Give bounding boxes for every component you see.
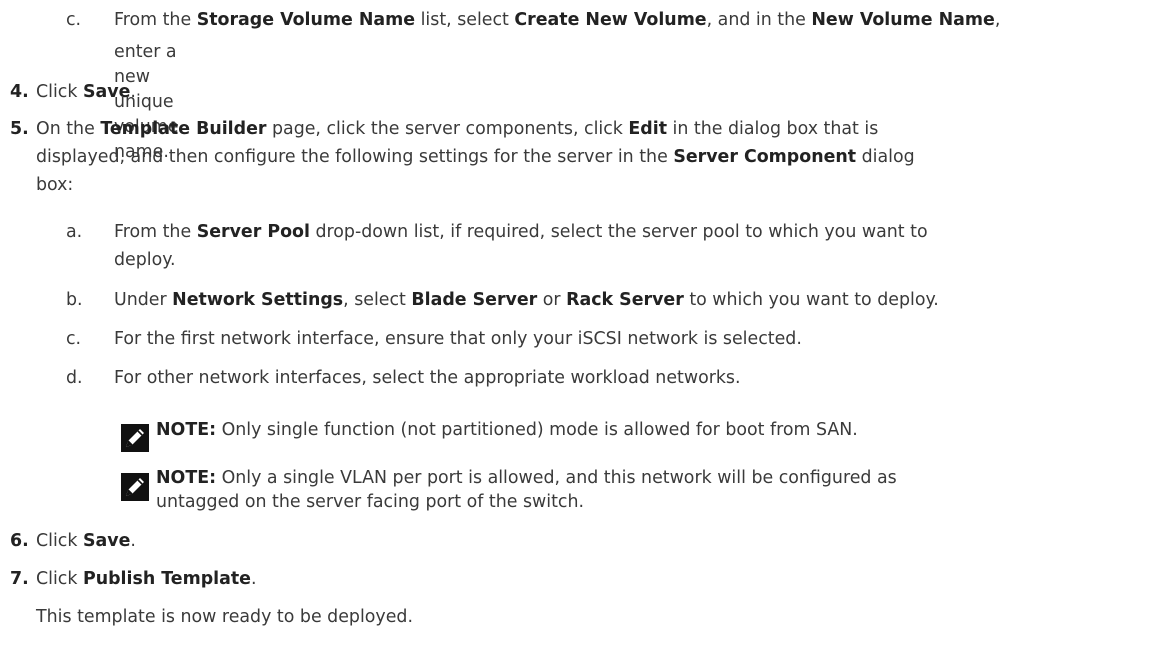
text-segment: From the	[114, 222, 197, 242]
pencil-note-icon	[121, 424, 149, 452]
bold-term: Server Pool	[196, 222, 310, 242]
substep-text-line: deploy.	[114, 250, 176, 270]
step-text-line: box:	[36, 175, 74, 195]
text-segment: drop-down list, if required, select the …	[309, 222, 928, 242]
step-text-line: displayed, and then configure the follow…	[36, 145, 915, 170]
bold-term: Publish Template	[82, 569, 251, 589]
substep-letter: a.	[66, 222, 83, 242]
step-number: 7.	[10, 569, 29, 589]
note-label: NOTE:	[156, 420, 217, 440]
text-segment: displayed, and then configure the follow…	[36, 147, 674, 167]
text-segment: page, click the server components, click	[266, 119, 629, 139]
bold-term: Save	[82, 531, 131, 551]
note-body: Only a single VLAN per port is allowed, …	[216, 468, 897, 488]
pencil-note-icon	[121, 473, 149, 501]
text-segment: in the dialog box that is	[667, 119, 879, 139]
text-segment: .	[250, 569, 257, 589]
step-text: Click Save.	[36, 529, 136, 554]
bold-term: Save	[82, 82, 131, 102]
text-segment: .	[130, 531, 136, 551]
substep-letter: d.	[66, 368, 83, 388]
step-number: 4.	[10, 82, 29, 102]
text-segment: , select	[343, 290, 412, 310]
bold-term: Server Component	[673, 147, 857, 167]
text-segment: .	[130, 82, 136, 102]
bold-term: Blade Server	[411, 290, 538, 310]
note-text-line: untagged on the server facing port of th…	[156, 492, 585, 512]
substep-text: For other network interfaces, select the…	[114, 368, 741, 388]
text-segment: Click	[36, 531, 83, 551]
note-text: NOTE: Only single function (not partitio…	[156, 418, 858, 443]
note-text-line: NOTE: Only a single VLAN per port is all…	[156, 466, 897, 491]
step-text-line: On the Template Builder page, click the …	[36, 117, 878, 142]
bold-term: New Volume Name	[811, 10, 995, 30]
text-segment: dialog	[856, 147, 915, 167]
text-segment: From the	[114, 10, 197, 30]
text-segment: ,	[994, 10, 1001, 30]
substep-text-line: From the Server Pool drop-down list, if …	[114, 220, 928, 245]
substep-letter: b.	[66, 290, 83, 310]
text-segment: Click	[36, 82, 83, 102]
step-result-text: This template is now ready to be deploye…	[36, 607, 413, 627]
text-segment: or	[537, 290, 567, 310]
substep-letter: c.	[66, 10, 82, 30]
step-number: 6.	[10, 531, 29, 551]
text-segment: to which you want to deploy.	[683, 290, 939, 310]
text-segment: Click	[36, 569, 83, 589]
bold-term: Create New Volume	[514, 10, 707, 30]
text-segment: list, select	[415, 10, 515, 30]
bold-term: Template Builder	[100, 119, 267, 139]
substep-text-line: From the Storage Volume Name list, selec…	[114, 8, 1000, 33]
step-number: 5.	[10, 119, 29, 139]
bold-term: Rack Server	[566, 290, 684, 310]
substep-text: For the first network interface, ensure …	[114, 329, 802, 349]
note-label: NOTE:	[156, 468, 217, 488]
text-segment: Under	[114, 290, 173, 310]
bold-term: Edit	[628, 119, 668, 139]
step-text: Click Publish Template.	[36, 567, 257, 592]
substep-text-line: Under Network Settings, select Blade Ser…	[114, 288, 939, 313]
step-text: Click Save.	[36, 80, 136, 105]
bold-term: Network Settings	[172, 290, 344, 310]
text-segment: On the	[36, 119, 101, 139]
bold-term: Storage Volume Name	[196, 10, 416, 30]
note-body: Only single function (not partitioned) m…	[216, 420, 858, 440]
substep-letter: c.	[66, 329, 82, 349]
text-segment: , and in the	[706, 10, 812, 30]
